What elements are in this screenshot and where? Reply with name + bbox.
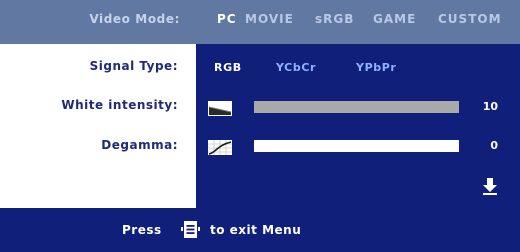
- degamma-value: 0: [490, 139, 498, 152]
- signal-type-rgb[interactable]: RGB: [214, 61, 242, 74]
- menu-button-icon: [181, 220, 200, 239]
- video-mode-label: Video Mode:: [89, 12, 180, 26]
- degamma-curve-icon: [208, 140, 232, 155]
- degamma-slider[interactable]: [254, 140, 459, 152]
- video-mode-custom[interactable]: CUSTOM: [438, 12, 502, 26]
- video-mode-pc[interactable]: PC: [217, 12, 237, 26]
- degamma-label: Degamma:: [101, 138, 178, 152]
- video-mode-srgb[interactable]: sRGB: [315, 12, 354, 26]
- white-intensity-label: White intensity:: [61, 98, 178, 112]
- video-mode-game[interactable]: GAME: [373, 12, 416, 26]
- osd-menu: Video Mode: PC MOVIE sRGB GAME CUSTOM Si…: [0, 0, 520, 252]
- white-intensity-slider[interactable]: [254, 101, 459, 113]
- settings-panel: RGB YCbCr YPbPr 10 0: [196, 44, 520, 208]
- signal-type-label: Signal Type:: [89, 59, 178, 73]
- footer-bar: Press to exit Menu: [0, 208, 520, 252]
- white-intensity-fill: [254, 101, 459, 113]
- signal-type-ycbcr[interactable]: YCbCr: [276, 61, 316, 74]
- label-column: Signal Type: White intensity: Degamma:: [0, 44, 196, 208]
- video-mode-movie[interactable]: MOVIE: [245, 12, 294, 26]
- white-intensity-icon: [208, 101, 232, 116]
- signal-type-ypbpr[interactable]: YPbPr: [356, 61, 396, 74]
- footer-press-text: Press: [122, 223, 162, 237]
- white-intensity-value: 10: [482, 100, 498, 113]
- scroll-down-icon[interactable]: [482, 178, 498, 196]
- footer-exit-text: to exit Menu: [210, 223, 302, 237]
- video-mode-bar: Video Mode: PC MOVIE sRGB GAME CUSTOM: [0, 0, 520, 44]
